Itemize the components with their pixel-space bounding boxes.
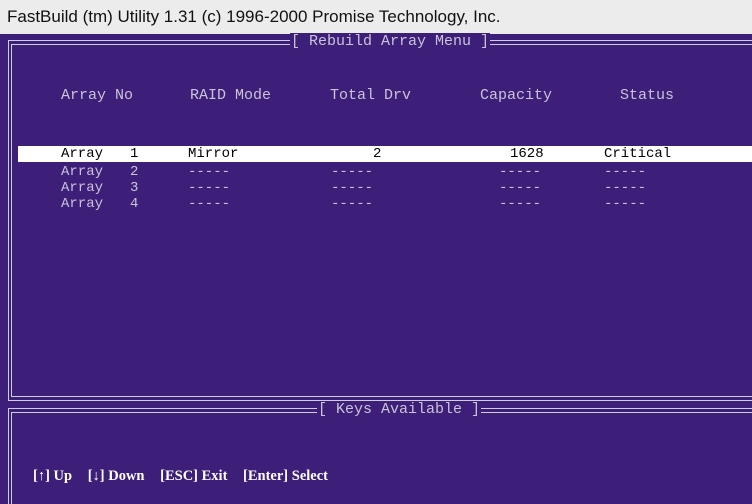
array-label: Array <box>61 164 104 180</box>
header-array-no: Array No <box>61 87 134 104</box>
status-value: Critical <box>604 146 672 162</box>
array-row-2[interactable]: Array 2 ----- ----- ----- ----- <box>18 164 752 180</box>
array-number: 4 <box>130 196 139 212</box>
total-drv-value: ----- <box>331 196 374 212</box>
array-number: 2 <box>130 164 139 180</box>
main-frame-left-outer <box>8 40 9 401</box>
array-row-1[interactable]: Array 1 Mirror 2 1628 Critical <box>18 146 752 162</box>
capacity-value: 1628 <box>510 146 544 162</box>
keys-panel-title: [ Keys Available ] <box>317 401 482 419</box>
raid-mode-value: ----- <box>188 196 231 212</box>
status-value: ----- <box>604 180 647 196</box>
window-title: FastBuild (tm) Utility 1.31 (c) 1996-200… <box>7 7 501 26</box>
key-hint-down[interactable]: [↓] Down <box>88 468 145 484</box>
keys-frame-left-outer <box>8 408 9 504</box>
total-drv-value: 2 <box>373 146 382 162</box>
raid-mode-value: ----- <box>188 180 231 196</box>
array-number: 1 <box>130 146 139 162</box>
array-label: Array <box>61 196 104 212</box>
keys-frame-left-inner <box>11 412 12 504</box>
header-status: Status <box>620 87 675 104</box>
key-hint-select[interactable]: [Enter] Select <box>243 468 328 484</box>
status-value: ----- <box>604 196 647 212</box>
array-number: 3 <box>130 180 139 196</box>
main-panel-title: [ Rebuild Array Menu ] <box>290 33 491 51</box>
array-label: Array <box>61 146 104 162</box>
header-raid-mode: RAID Mode <box>190 87 272 104</box>
key-hint-exit[interactable]: [ESC] Exit <box>160 468 227 484</box>
capacity-value: ----- <box>499 164 542 180</box>
capacity-value: ----- <box>499 180 542 196</box>
array-label: Array <box>61 180 104 196</box>
capacity-value: ----- <box>499 196 542 212</box>
main-frame-bottom-inner <box>11 396 752 397</box>
header-capacity: Capacity <box>480 87 553 104</box>
array-row-3[interactable]: Array 3 ----- ----- ----- ----- <box>18 180 752 196</box>
key-hint-up[interactable]: [↑] Up <box>33 468 72 484</box>
status-value: ----- <box>604 164 647 180</box>
array-row-4[interactable]: Array 4 ----- ----- ----- ----- <box>18 196 752 212</box>
total-drv-value: ----- <box>331 180 374 196</box>
key-hints: [↑] Up [↓] Down [ESC] Exit [Enter] Selec… <box>33 468 340 485</box>
raid-mode-value: Mirror <box>188 146 239 162</box>
main-frame-left-inner <box>11 44 12 397</box>
header-total-drv: Total Drv <box>330 87 412 104</box>
raid-mode-value: ----- <box>188 164 231 180</box>
total-drv-value: ----- <box>331 164 374 180</box>
window-title-bar: FastBuild (tm) Utility 1.31 (c) 1996-200… <box>0 0 752 34</box>
